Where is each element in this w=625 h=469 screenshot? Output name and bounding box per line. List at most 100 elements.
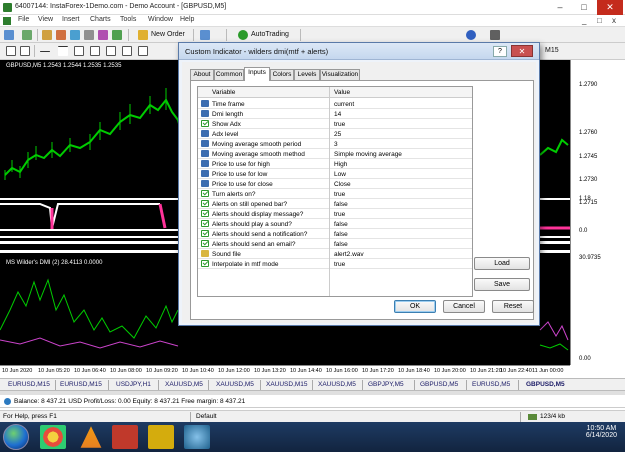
minimize-button[interactable]: – [549, 0, 571, 15]
market-watch-icon[interactable] [42, 30, 52, 40]
close-button[interactable]: ✕ [597, 0, 623, 15]
cursor-icon[interactable] [6, 46, 16, 56]
save-button[interactable]: Save [474, 278, 530, 291]
folder-icon[interactable] [148, 425, 174, 449]
input-row[interactable]: Alerts should play a sound? false [198, 219, 472, 229]
input-row[interactable]: Alerts should send an email? false [198, 239, 472, 249]
chart-tab[interactable]: XAUUSD,M5 [216, 381, 254, 388]
tab-visualization[interactable]: Visualization [320, 69, 360, 80]
input-value[interactable]: true [334, 121, 345, 128]
input-value[interactable]: Low [334, 171, 346, 178]
tab-colors[interactable]: Colors [270, 69, 294, 80]
input-value[interactable]: false [334, 221, 348, 228]
cancel-button[interactable]: Cancel [443, 300, 485, 313]
maximize-button[interactable]: □ [573, 0, 595, 15]
text-icon[interactable] [122, 46, 132, 56]
input-value[interactable]: true [334, 211, 345, 218]
input-value[interactable]: false [334, 201, 348, 208]
input-value[interactable]: Close [334, 181, 351, 188]
input-row[interactable]: Alerts on still opened bar? false [198, 199, 472, 209]
profiles-icon[interactable] [22, 30, 32, 40]
new-order-button[interactable]: New Order [151, 31, 185, 38]
tab-common[interactable]: Common [214, 69, 244, 80]
period-icon[interactable] [466, 30, 476, 40]
app-icon-red[interactable] [112, 425, 138, 449]
input-row[interactable]: Show Adx true [198, 119, 472, 129]
input-value[interactable]: 14 [334, 111, 341, 118]
chart-settings-icon[interactable] [112, 30, 122, 40]
navigator-icon[interactable] [70, 30, 80, 40]
input-row[interactable]: Alerts should send a notification? false [198, 229, 472, 239]
mdi-restore-button[interactable]: □ [597, 16, 602, 25]
dialog-close-button[interactable]: ✕ [511, 45, 533, 57]
new-order-icon[interactable] [138, 30, 148, 40]
system-tray[interactable]: 10:50 AM 6/14/2020 [586, 425, 617, 439]
new-chart-icon[interactable] [4, 30, 14, 40]
chart-tab-active[interactable]: GBPUSD,M5 [526, 381, 565, 388]
chart-tab[interactable]: XAUUSD,M15 [266, 381, 308, 388]
chart-tab[interactable]: USDJPY,H1 [116, 381, 151, 388]
dialog-help-button[interactable]: ? [493, 46, 507, 57]
input-value[interactable]: false [334, 231, 348, 238]
mdi-minimize-button[interactable]: _ [582, 16, 586, 25]
start-button[interactable] [3, 424, 29, 450]
input-value[interactable]: true [334, 261, 345, 268]
strategy-tester-icon[interactable] [98, 30, 108, 40]
input-value[interactable]: current [334, 101, 354, 108]
menu-view[interactable]: View [38, 16, 53, 23]
chart-tab[interactable]: GBPJPY,M5 [368, 381, 404, 388]
input-row[interactable]: Interpolate in mtf mode true [198, 259, 472, 269]
tab-levels[interactable]: Levels [294, 69, 320, 80]
input-row[interactable]: Moving average smooth period 3 [198, 139, 472, 149]
input-row[interactable]: Price to use for high High [198, 159, 472, 169]
input-row[interactable]: Alerts should display message? true [198, 209, 472, 219]
input-row[interactable]: Dmi length 14 [198, 109, 472, 119]
fibonacci-icon[interactable] [106, 46, 116, 56]
vertical-line-icon[interactable] [40, 51, 50, 52]
reset-button[interactable]: Reset [492, 300, 534, 313]
menu-charts[interactable]: Charts [90, 16, 111, 23]
load-button[interactable]: Load [474, 257, 530, 270]
chart-tab[interactable]: XAUUSD,M5 [318, 381, 356, 388]
mdi-close-button[interactable]: x [612, 16, 616, 25]
input-row[interactable]: Adx level 25 [198, 129, 472, 139]
input-row[interactable]: Sound file alert2.wav [198, 249, 472, 259]
chart-tab[interactable]: EURUSD,M5 [472, 381, 510, 388]
channel-icon[interactable] [90, 46, 100, 56]
input-value[interactable]: High [334, 161, 347, 168]
trendline-icon[interactable] [74, 46, 84, 56]
period-m15-button[interactable]: M15 [545, 47, 559, 54]
tab-about[interactable]: About [190, 69, 214, 80]
chrome-icon[interactable] [40, 425, 66, 449]
chart-tab[interactable]: GBPUSD,M5 [420, 381, 458, 388]
input-value[interactable]: 3 [334, 141, 338, 148]
input-row[interactable]: Time frame current [198, 99, 472, 109]
input-value[interactable]: alert2.wav [334, 251, 364, 258]
tab-inputs[interactable]: Inputs [244, 67, 270, 81]
meta-editor-icon[interactable] [200, 30, 210, 40]
input-row[interactable]: Price to use for close Close [198, 179, 472, 189]
terminal-icon[interactable] [84, 30, 94, 40]
horizontal-line-icon[interactable] [58, 46, 68, 56]
input-value[interactable]: Simple moving average [334, 151, 402, 158]
templates-icon[interactable] [490, 30, 500, 40]
chart-tab[interactable]: XAUUSD,M5 [165, 381, 203, 388]
autotrading-icon[interactable] [238, 30, 248, 40]
label-icon[interactable] [138, 46, 148, 56]
crosshair-icon[interactable] [20, 46, 30, 56]
input-row[interactable]: Turn alerts on? true [198, 189, 472, 199]
menu-help[interactable]: Help [180, 16, 194, 23]
chart-tab[interactable]: EURUSD,M15 [8, 381, 50, 388]
vlc-icon[interactable] [80, 426, 102, 448]
menu-insert[interactable]: Insert [62, 16, 80, 23]
metatrader-icon[interactable] [184, 425, 210, 449]
menu-file[interactable]: File [18, 16, 29, 23]
input-value[interactable]: true [334, 191, 345, 198]
menu-tools[interactable]: Tools [120, 16, 136, 23]
input-value[interactable]: 25 [334, 131, 341, 138]
input-row[interactable]: Price to use for low Low [198, 169, 472, 179]
ok-button[interactable]: OK [394, 300, 436, 313]
autotrading-button[interactable]: AutoTrading [251, 31, 289, 38]
chart-tab[interactable]: EURUSD,M15 [60, 381, 102, 388]
input-row[interactable]: Moving average smooth method Simple movin… [198, 149, 472, 159]
